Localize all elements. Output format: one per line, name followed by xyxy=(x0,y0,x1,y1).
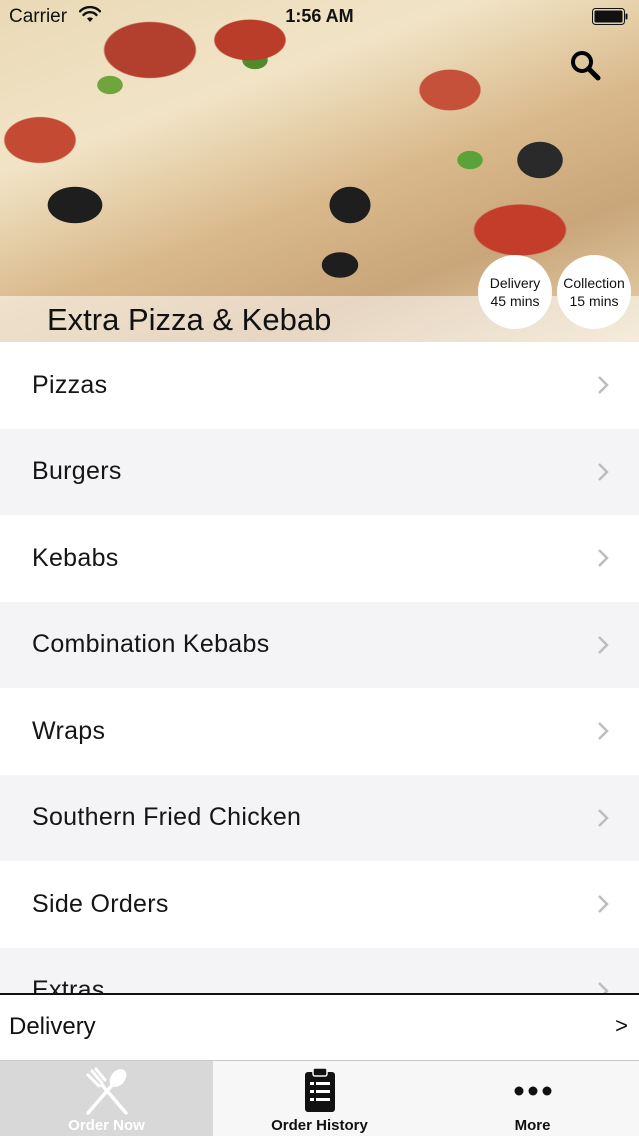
delivery-badge-label: Delivery xyxy=(489,275,541,291)
category-label: Wraps xyxy=(32,716,106,745)
category-row-extras[interactable]: Extras xyxy=(0,947,639,993)
category-label: Pizzas xyxy=(32,370,108,399)
category-label: Extras xyxy=(32,976,105,993)
collection-time-badge: Collection 15 mins xyxy=(557,255,631,329)
chevron-right-icon xyxy=(598,635,609,654)
order-type-arrow-icon: > xyxy=(615,1013,628,1038)
chevron-right-icon xyxy=(598,549,609,568)
delivery-time-badge: Delivery 45 mins xyxy=(478,255,552,329)
fork-spoon-icon xyxy=(85,1067,128,1115)
order-type-label: Delivery xyxy=(9,1013,96,1040)
category-row-southern-fried-chicken[interactable]: Southern Fried Chicken xyxy=(0,774,639,861)
category-row-wraps[interactable]: Wraps xyxy=(0,688,639,775)
category-row-burgers[interactable]: Burgers xyxy=(0,428,639,515)
status-time: 1:56 AM xyxy=(285,6,354,26)
clipboard-list-icon xyxy=(304,1067,335,1112)
tab-label: Order History xyxy=(271,1117,368,1134)
chevron-right-icon xyxy=(598,376,609,395)
order-type-selector[interactable]: Delivery > xyxy=(0,993,639,1060)
category-row-side-orders[interactable]: Side Orders xyxy=(0,861,639,948)
category-list[interactable]: Pizzas Burgers Kebabs Combination Kebabs… xyxy=(0,342,639,993)
tab-label: More xyxy=(514,1117,551,1134)
category-row-combination-kebabs[interactable]: Combination Kebabs xyxy=(0,601,639,688)
tab-order-now[interactable]: Order Now xyxy=(0,1061,213,1136)
category-label: Southern Fried Chicken xyxy=(32,803,302,832)
tab-label: Order Now xyxy=(68,1117,145,1134)
category-label: Kebabs xyxy=(32,543,119,572)
tab-bar: Order Now Order History More xyxy=(0,1060,639,1136)
battery-icon xyxy=(592,8,628,25)
search-button[interactable] xyxy=(568,48,602,82)
chevron-right-icon xyxy=(598,895,609,914)
status-bar: Carrier 1:56 AM xyxy=(0,0,639,34)
chevron-right-icon xyxy=(598,981,609,993)
tab-more[interactable]: More xyxy=(426,1061,639,1136)
more-dots-icon xyxy=(514,1086,551,1096)
chevron-right-icon xyxy=(598,722,609,741)
collection-badge-label: Collection xyxy=(563,275,625,291)
chevron-right-icon xyxy=(598,808,609,827)
category-row-kebabs[interactable]: Kebabs xyxy=(0,515,639,602)
category-label: Combination Kebabs xyxy=(32,630,270,659)
collection-badge-time: 15 mins xyxy=(569,293,619,309)
restaurant-name: Extra Pizza & Kebab xyxy=(47,302,332,337)
chevron-right-icon xyxy=(598,462,609,481)
category-label: Burgers xyxy=(32,457,122,486)
search-icon xyxy=(571,51,601,81)
tab-order-history[interactable]: Order History xyxy=(213,1061,426,1136)
delivery-badge-time: 45 mins xyxy=(490,293,540,309)
category-row-pizzas[interactable]: Pizzas xyxy=(0,342,639,429)
category-label: Side Orders xyxy=(32,889,169,918)
